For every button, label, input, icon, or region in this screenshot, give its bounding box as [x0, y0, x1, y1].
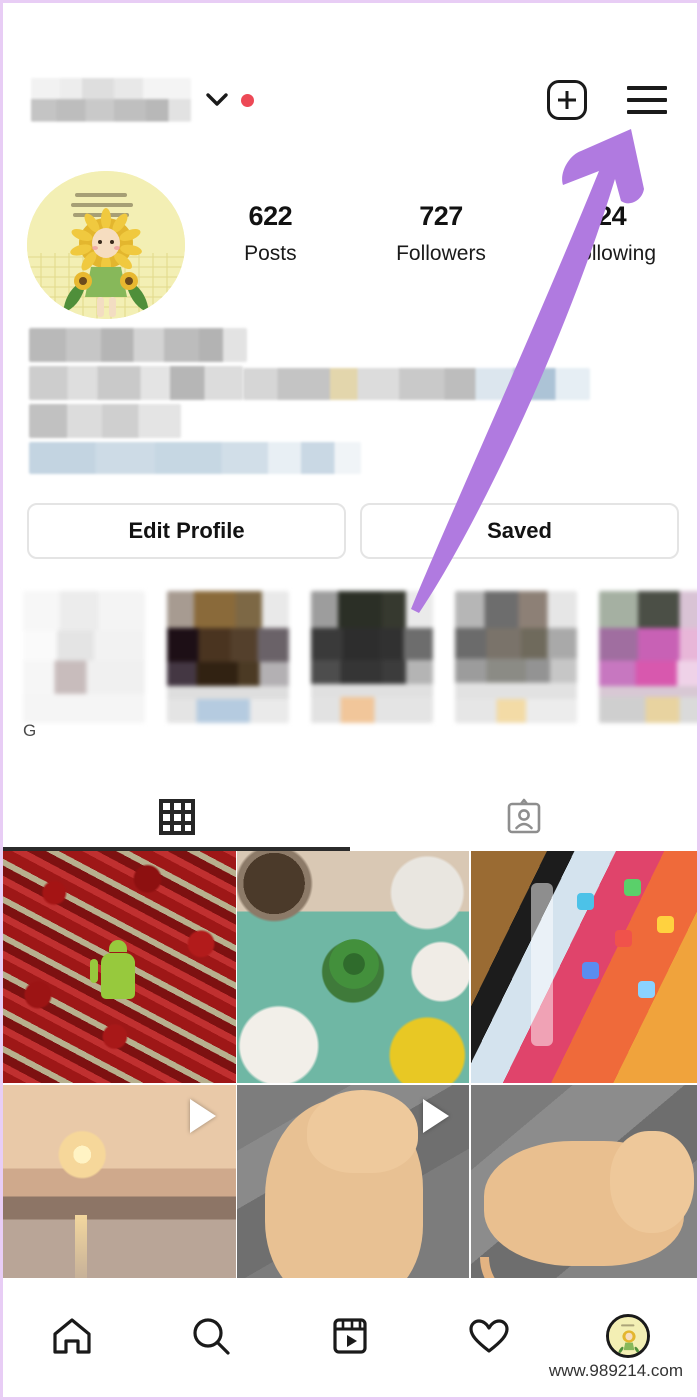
highlight-item-4[interactable]: [455, 591, 577, 723]
story-highlights: G: [23, 591, 697, 740]
highlight-item-5[interactable]: [599, 591, 697, 723]
post-grid: [3, 851, 697, 1319]
post-ipad[interactable]: [470, 851, 697, 1083]
highlight-thumb-5: [599, 591, 697, 723]
profile-bio-redacted: [29, 328, 679, 478]
hamburger-menu-icon[interactable]: [627, 86, 667, 114]
nav-activity[interactable]: [419, 1313, 558, 1359]
app-icon: [577, 892, 595, 910]
post-chilies[interactable]: [3, 851, 236, 1083]
grid-tab[interactable]: [3, 783, 350, 851]
highlight-thumb-1: [23, 591, 145, 723]
highlight-thumb-3: [311, 591, 433, 723]
posts-count: 622: [248, 201, 293, 231]
tagged-person-icon: [507, 798, 540, 834]
bio-line-2: [29, 366, 679, 404]
highlight-thumb-4: [455, 591, 577, 723]
profile-actions: Edit Profile Saved: [27, 503, 679, 559]
tagged-tab[interactable]: [350, 783, 697, 851]
profile-header: [3, 61, 697, 139]
reels-icon: [333, 1318, 367, 1354]
ipad-dock: [530, 883, 553, 1046]
edit-profile-button[interactable]: Edit Profile: [27, 503, 346, 559]
post-succulents[interactable]: [236, 851, 470, 1083]
nav-reels[interactable]: [281, 1313, 420, 1359]
saved-button[interactable]: Saved: [360, 503, 679, 559]
nav-search[interactable]: [142, 1313, 281, 1359]
bio-line-3: [29, 404, 181, 438]
search-icon: [193, 1318, 230, 1355]
app-icon: [656, 915, 674, 933]
grid-icon: [158, 799, 195, 835]
followers-count: 727: [419, 201, 463, 231]
avatar[interactable]: [27, 171, 185, 319]
profile-avatar-icon: [605, 1314, 650, 1358]
play-icon: [189, 1099, 216, 1133]
phone-screen: 622 Posts 727 Followers 24 Following Edi…: [0, 0, 700, 1400]
heart-icon: [469, 1319, 509, 1353]
username-switcher[interactable]: [31, 78, 254, 122]
stat-posts[interactable]: 622 Posts: [185, 201, 356, 266]
following-label: Following: [567, 242, 657, 265]
cat-head: [306, 1089, 419, 1174]
profile-tabs: [3, 783, 697, 851]
highlight-item-1[interactable]: G: [23, 591, 145, 740]
cat-head: [610, 1131, 694, 1234]
bio-line-1: [29, 328, 247, 362]
highlight-item-2[interactable]: [167, 591, 289, 723]
home-icon: [53, 1318, 91, 1354]
highlight-thumb-2: [167, 591, 289, 723]
app-icon: [623, 878, 641, 896]
app-icon: [582, 962, 600, 980]
app-icon: [637, 980, 655, 998]
highlight-caption-1: G: [23, 721, 37, 740]
chevron-down-icon[interactable]: [205, 92, 229, 108]
sunflower-girl-avatar: [27, 171, 185, 319]
plus-square-icon[interactable]: [547, 80, 587, 120]
bio-line-2a: [29, 366, 243, 400]
profile-summary: 622 Posts 727 Followers 24 Following: [3, 171, 697, 319]
android-figurine: [89, 940, 135, 1000]
header-actions: [547, 80, 667, 120]
following-count: 24: [597, 201, 627, 231]
play-icon: [423, 1099, 450, 1133]
bio-line-2b: [243, 368, 590, 400]
followers-label: Followers: [396, 242, 486, 265]
stat-following[interactable]: 24 Following: [526, 201, 697, 266]
posts-label: Posts: [244, 242, 297, 265]
bio-line-4: [29, 442, 361, 474]
succulent: [325, 934, 384, 993]
profile-stats: 622 Posts 727 Followers 24 Following: [185, 201, 697, 266]
stat-followers[interactable]: 727 Followers: [356, 201, 527, 266]
watermark: www.989214.com: [548, 1361, 683, 1380]
username-redacted: [31, 78, 191, 122]
nav-home[interactable]: [3, 1313, 142, 1359]
highlight-item-3[interactable]: [311, 591, 433, 723]
nav-profile[interactable]: [558, 1314, 697, 1358]
notification-dot: [241, 93, 254, 107]
app-icon: [614, 929, 632, 947]
